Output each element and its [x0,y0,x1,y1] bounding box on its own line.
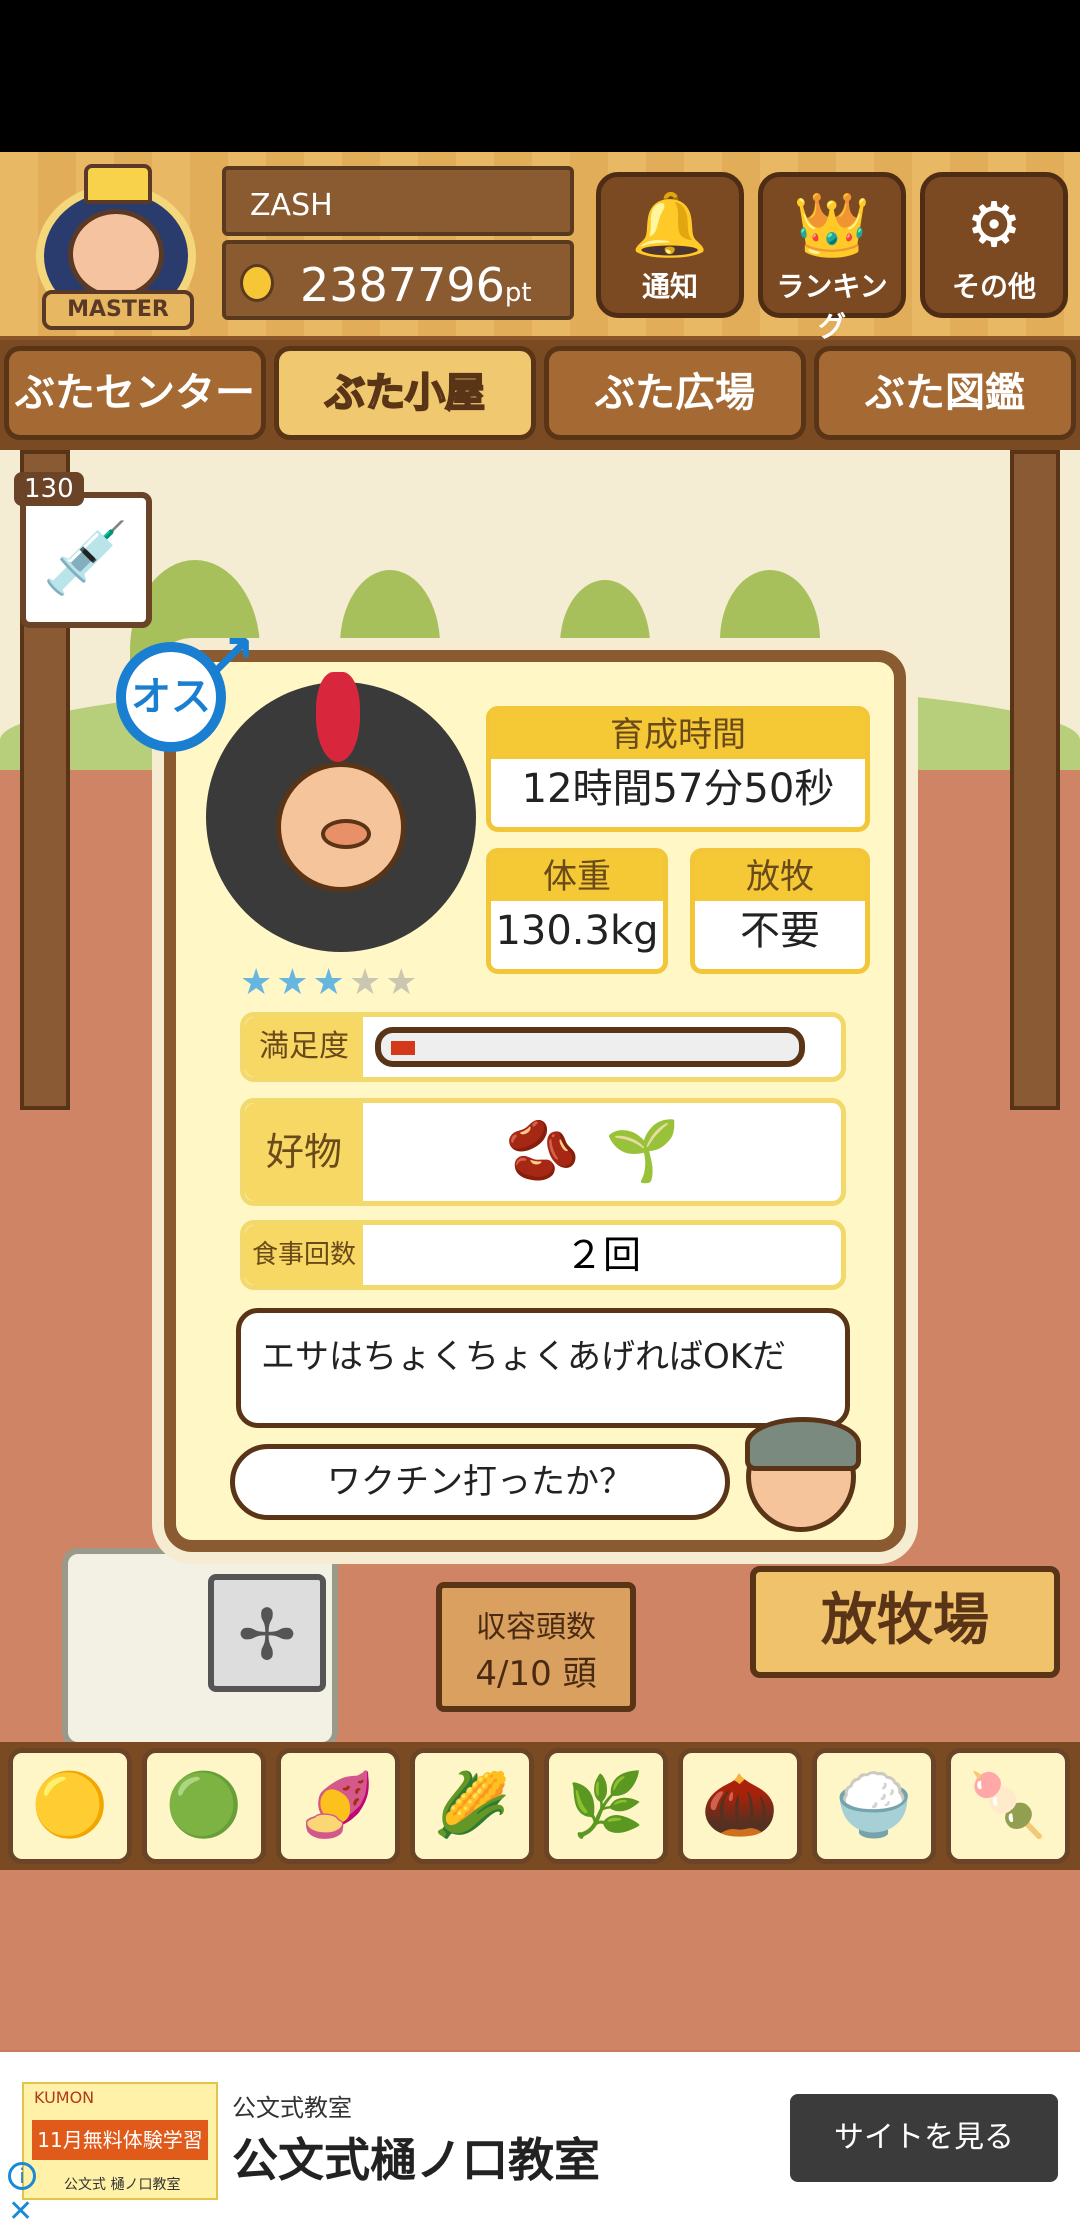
rarity-stars: ★★★★★ [240,962,421,1003]
food-soybean-plant[interactable]: 🌿 [544,1748,668,1864]
weight-label: 体重 [491,853,663,901]
meal-count-label: 食事回数 [245,1225,363,1285]
beans-icon: 🫘 [505,1116,580,1186]
pasture-sign-button[interactable]: 放牧場 [750,1566,1060,1678]
male-icon: ↗ [205,622,256,692]
ad-title[interactable]: 公文式樋ノ口教室 [232,2124,600,2190]
pig-character[interactable] [206,672,476,952]
ad-close-icon[interactable]: ✕ [8,2194,33,2220]
notification-button[interactable]: 🔔 通知 [596,172,744,318]
food-grain-pile[interactable]: 🟡 [8,1748,132,1864]
tab-buta-zukan[interactable]: ぶた図鑑 [814,346,1076,440]
fan-icon: ✢ [208,1574,326,1692]
status-bar [0,0,1080,152]
star-empty-icon: ★★ [348,962,422,1003]
meal-count-row: 食事回数 ２回 [240,1220,846,1290]
points-display: 2387796pt [222,240,574,320]
satisfaction-meter [375,1027,805,1067]
other-label: その他 [951,270,1036,303]
ad-thumb-footer: 公文式 樋ノ口教室 [64,2177,181,2193]
grazing-value: 不要 [740,908,820,954]
player-name: ZASH [222,166,574,236]
pig-nose-icon [321,819,371,849]
ad-visit-site-button[interactable]: サイトを見る [790,2094,1058,2182]
soybean-plant-icon: 🌱 [605,1116,680,1186]
rank-label: MASTER [42,290,194,330]
syringe-icon: 💉 [42,517,130,599]
farmer-avatar [745,1417,861,1532]
control-machine[interactable]: ✢ [62,1548,338,1748]
farmer-cap-icon [745,1417,861,1471]
points-value: 2387796pt [300,258,532,312]
ad-info-icon[interactable]: i [8,2162,36,2190]
gender-badge: オス ↗ [116,622,256,752]
vaccine-button[interactable]: 130 💉 [14,472,152,628]
capacity-sign: 収容頭数 4/10 頭 [436,1582,636,1712]
notification-label: 通知 [641,270,698,303]
other-button[interactable]: ⚙ その他 [920,172,1068,318]
ad-thumb-brand: KUMON [34,2088,95,2107]
gender-label: オス [131,674,211,720]
grazing-label: 放牧 [695,853,865,901]
bell-icon: 🔔 [631,188,709,261]
satisfaction-row: 満足度 [240,1012,846,1082]
ranking-button[interactable]: 👑 ランキング [758,172,906,343]
grazing-box: 放牧 不要 [690,848,870,974]
master-rank-badge[interactable]: MASTER [28,164,208,336]
ad-banner[interactable]: KUMON 11月無料体験学習 公文式 樋ノ口教室 公文式教室 公文式樋ノ口教室… [0,2052,1080,2220]
fence-post [1010,450,1060,1110]
coin-icon [240,264,274,302]
badge-crown-icon [84,164,152,204]
food-grain-plate[interactable]: 🍚 [812,1748,936,1864]
tab-buta-hiroba[interactable]: ぶた広場 [544,346,806,440]
food-corn[interactable]: 🌽 [410,1748,534,1864]
food-sweet-potato[interactable]: 🍠 [276,1748,400,1864]
weight-value: 130.3kg [495,908,659,954]
ad-advertiser: 公文式教室 [232,2094,352,2122]
vaccine-question-bubble: ワクチン打ったか？ [230,1444,730,1520]
food-meatball-plate[interactable]: 🍡 [946,1748,1070,1864]
satisfaction-label: 満足度 [245,1017,363,1077]
pig-status-panel: オス ↗ ★★★★★ 育成時間 12時間57分50秒 体重 130.3kg 放牧… [116,622,906,1552]
ad-thumbnail[interactable]: KUMON 11月無料体験学習 公文式 樋ノ口教室 [22,2082,218,2200]
meal-count-value: ２回 [564,1233,641,1277]
star-filled-icon: ★★★ [240,962,349,1003]
capacity-label: 収容頭数 [476,1610,596,1645]
capacity-value: 4/10 頭 [475,1654,597,1694]
turkey-hat-icon [316,672,360,762]
badge-pig-face-icon [68,209,164,299]
weight-box: 体重 130.3kg [486,848,668,974]
gear-icon: ⚙ [966,188,1022,261]
raising-time-label: 育成時間 [491,711,865,759]
ranking-label: ランキング [776,270,888,343]
favorite-label: 好物 [245,1103,363,1201]
header: MASTER ZASH 2387796pt 🔔 通知 👑 ランキング ⚙ その他 [0,152,1080,343]
satisfaction-meter-fill [391,1041,415,1055]
ad-thumb-headline: 11月無料体験学習 [32,2120,208,2160]
raising-time-value: 12時間57分50秒 [521,766,835,812]
vaccine-count: 130 [14,472,84,506]
food-bar: 🟡 🟢 🍠 🌽 🌿 🌰 🍚 🍡 [0,1742,1080,1870]
favorite-food-row: 好物 🫘 🌱 [240,1098,846,1206]
tab-buta-koya[interactable]: ぶた小屋 [274,346,536,440]
pig-face-icon [276,762,406,892]
crown-icon: 👑 [793,188,871,261]
main-tabs: ぶたセンター ぶた小屋 ぶた広場 ぶた図鑑 [0,340,1080,450]
tab-buta-center[interactable]: ぶたセンター [4,346,266,440]
raising-time-box: 育成時間 12時間57分50秒 [486,706,870,832]
hint-bubble: エサはちょくちょくあげればOKだ [236,1308,850,1428]
food-acorn[interactable]: 🌰 [678,1748,802,1864]
food-mixed-grain[interactable]: 🟢 [142,1748,266,1864]
